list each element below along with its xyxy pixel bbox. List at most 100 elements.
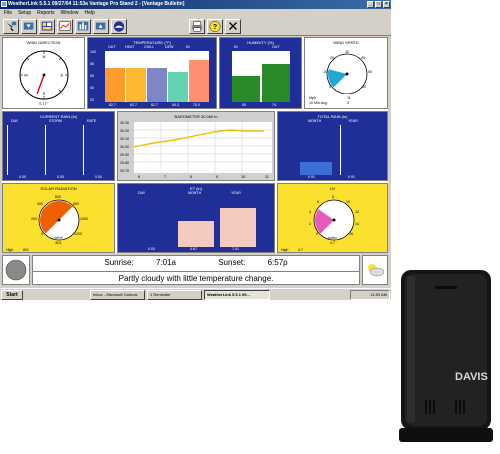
- forecast-box: Sunrise: 7:01a Sunset: 6:57p Partly clou…: [32, 255, 360, 285]
- wind-speed-gauge: 0 10 20 30 40 50 60: [323, 50, 372, 94]
- baro-xtick-3: 8: [190, 175, 192, 179]
- svg-text:10: 10: [323, 70, 327, 74]
- sunset-label: Sunset:: [218, 258, 246, 267]
- baro-ytick-4: 30.00: [120, 145, 129, 149]
- wind-speed-panel: WIND SPEED 0 10 20 30 40 50 60 Mph 10 Mi…: [304, 37, 388, 109]
- uv-panel: UV 0 2 4 6 8 10 12 14 16 Index 4.7 High …: [277, 183, 388, 253]
- svg-text:1000: 1000: [80, 217, 88, 221]
- start-label: Start: [6, 292, 18, 298]
- menu-window[interactable]: Window: [61, 9, 79, 17]
- print-button[interactable]: [189, 19, 205, 34]
- wind-speed-value: 11: [347, 96, 351, 100]
- humidity-col-in: IN: [234, 45, 238, 49]
- total-rain-value-year: 0.91: [348, 175, 355, 179]
- weatherlink-window: WeatherLink 5.5.1 09/27/04 11:53a Vantag…: [0, 0, 391, 300]
- upload-icon: [95, 22, 106, 30]
- clock: 11:53 AM: [370, 292, 387, 297]
- temp-col-heat: HEAT: [125, 45, 135, 49]
- bulletin-button[interactable]: [39, 19, 55, 34]
- et-col-day: DAY: [138, 191, 146, 195]
- rain-value-storm: 0.00: [57, 175, 64, 179]
- toolbar: ?: [0, 17, 391, 36]
- solar-radiation-panel: SOLAR RADIATION 0 200 400 600 800 1000 1…: [2, 183, 115, 253]
- solar-high-value: 801: [23, 248, 29, 252]
- task-weatherlink[interactable]: WeatherLink 5.5.1 09...: [204, 290, 270, 300]
- help-icon: ?: [209, 21, 221, 32]
- baro-xtick-6: 11: [265, 175, 269, 179]
- task-reminder-label: 1 Reminder: [150, 292, 171, 297]
- temp-value-dew: 54.3: [172, 103, 179, 107]
- minimize-button[interactable]: _: [367, 1, 374, 8]
- baro-xtick-2: 7: [164, 175, 166, 179]
- humidity-value-out: 74: [272, 103, 276, 107]
- sunrise-label: Sunrise:: [104, 258, 134, 267]
- baro-xtick-1: 6: [138, 175, 140, 179]
- humidity-chart-area: [232, 51, 290, 102]
- svg-text:?: ?: [213, 24, 217, 31]
- strip-chart-button[interactable]: [57, 19, 73, 34]
- svg-text:600: 600: [55, 195, 61, 199]
- close-bulletin-button[interactable]: [225, 19, 241, 34]
- temp-bar-heat: [126, 68, 146, 102]
- rain-col-storm: STORM: [49, 119, 62, 123]
- svg-text:20: 20: [330, 56, 334, 60]
- total-rain-col-month: MONTH: [308, 119, 322, 123]
- menu-help[interactable]: Help: [84, 9, 94, 17]
- et-value-year: 7.01: [232, 247, 239, 251]
- svg-text:10: 10: [346, 200, 350, 204]
- strip-chart-icon: [59, 21, 71, 31]
- baro-ytick-7: 29.70: [120, 169, 129, 173]
- upload-button[interactable]: [93, 19, 109, 34]
- task-reminder[interactable]: 1 Reminder: [147, 290, 202, 300]
- download-button[interactable]: [21, 19, 37, 34]
- bulletin-dashboard: WIND DIRECTION N E S W S 17° TEMPERATURE…: [2, 37, 388, 288]
- print-icon: [191, 21, 203, 32]
- forecast-text: Partly cloudy with little temperature ch…: [33, 271, 359, 284]
- menu-reports[interactable]: Reports: [37, 9, 55, 17]
- summary-icon: [77, 21, 89, 31]
- rain-value-rate: 0.00: [95, 175, 102, 179]
- bulletin-icon: [41, 21, 53, 31]
- et-value-month: 4.67: [190, 247, 197, 251]
- menu-setup[interactable]: Setup: [18, 9, 31, 17]
- humidity-panel: HUMIDITY (%) IN OUT 50 74: [219, 37, 302, 109]
- close-window-button[interactable]: ×: [383, 1, 390, 8]
- help-button[interactable]: ?: [207, 19, 223, 34]
- solar-unit: W/m²: [54, 236, 63, 240]
- window-title: WeatherLink 5.5.1 09/27/04 11:53a Vantag…: [8, 1, 185, 7]
- temp-value-out: 62.7: [109, 103, 116, 107]
- maximize-button[interactable]: □: [375, 1, 382, 8]
- menu-file[interactable]: File: [4, 9, 12, 17]
- title-bar: WeatherLink 5.5.1 09/27/04 11:53a Vantag…: [0, 0, 391, 9]
- wind-direction-reading: S 17°: [39, 102, 48, 106]
- compass-w: W: [24, 73, 28, 78]
- wind-speed-unit: Mph: [309, 96, 316, 100]
- svg-text:14: 14: [355, 222, 359, 226]
- svg-text:6: 6: [317, 200, 319, 204]
- temp-scale-20: 20: [90, 98, 94, 102]
- start-button[interactable]: Start: [1, 290, 23, 300]
- svg-text:2: 2: [309, 222, 311, 226]
- task-outlook[interactable]: Inbox - Microsoft Outlook: [90, 290, 145, 300]
- et-bar-month: [178, 221, 214, 247]
- temp-bar-dew: [168, 72, 188, 102]
- svg-text:0: 0: [329, 85, 331, 89]
- temp-col-in: IN: [186, 45, 190, 49]
- baro-ytick-2: 30.20: [120, 129, 129, 133]
- baro-ytick-1: 30.30: [120, 121, 129, 125]
- uv-high-value: 4.7: [298, 248, 303, 252]
- noaa-button[interactable]: [111, 19, 127, 34]
- temp-scale-80: 80: [90, 62, 94, 66]
- sun-times: Sunrise: 7:01a Sunset: 6:57p: [33, 257, 359, 269]
- wind-speed-title: WIND SPEED: [333, 40, 359, 45]
- svg-text:400: 400: [37, 202, 43, 206]
- rain-col-day: DAY: [11, 119, 19, 123]
- weatherlink-logger-device: DAVIS: [399, 270, 493, 442]
- partly-cloudy-icon: [368, 264, 385, 277]
- rain-value-day: 0.00: [19, 175, 26, 179]
- select-station-button[interactable]: [3, 19, 19, 34]
- et-col-year: YEAR: [231, 191, 241, 195]
- summary-button[interactable]: [75, 19, 91, 34]
- temp-scale-100: 100: [90, 50, 96, 54]
- total-rain-bar-month: [300, 162, 332, 175]
